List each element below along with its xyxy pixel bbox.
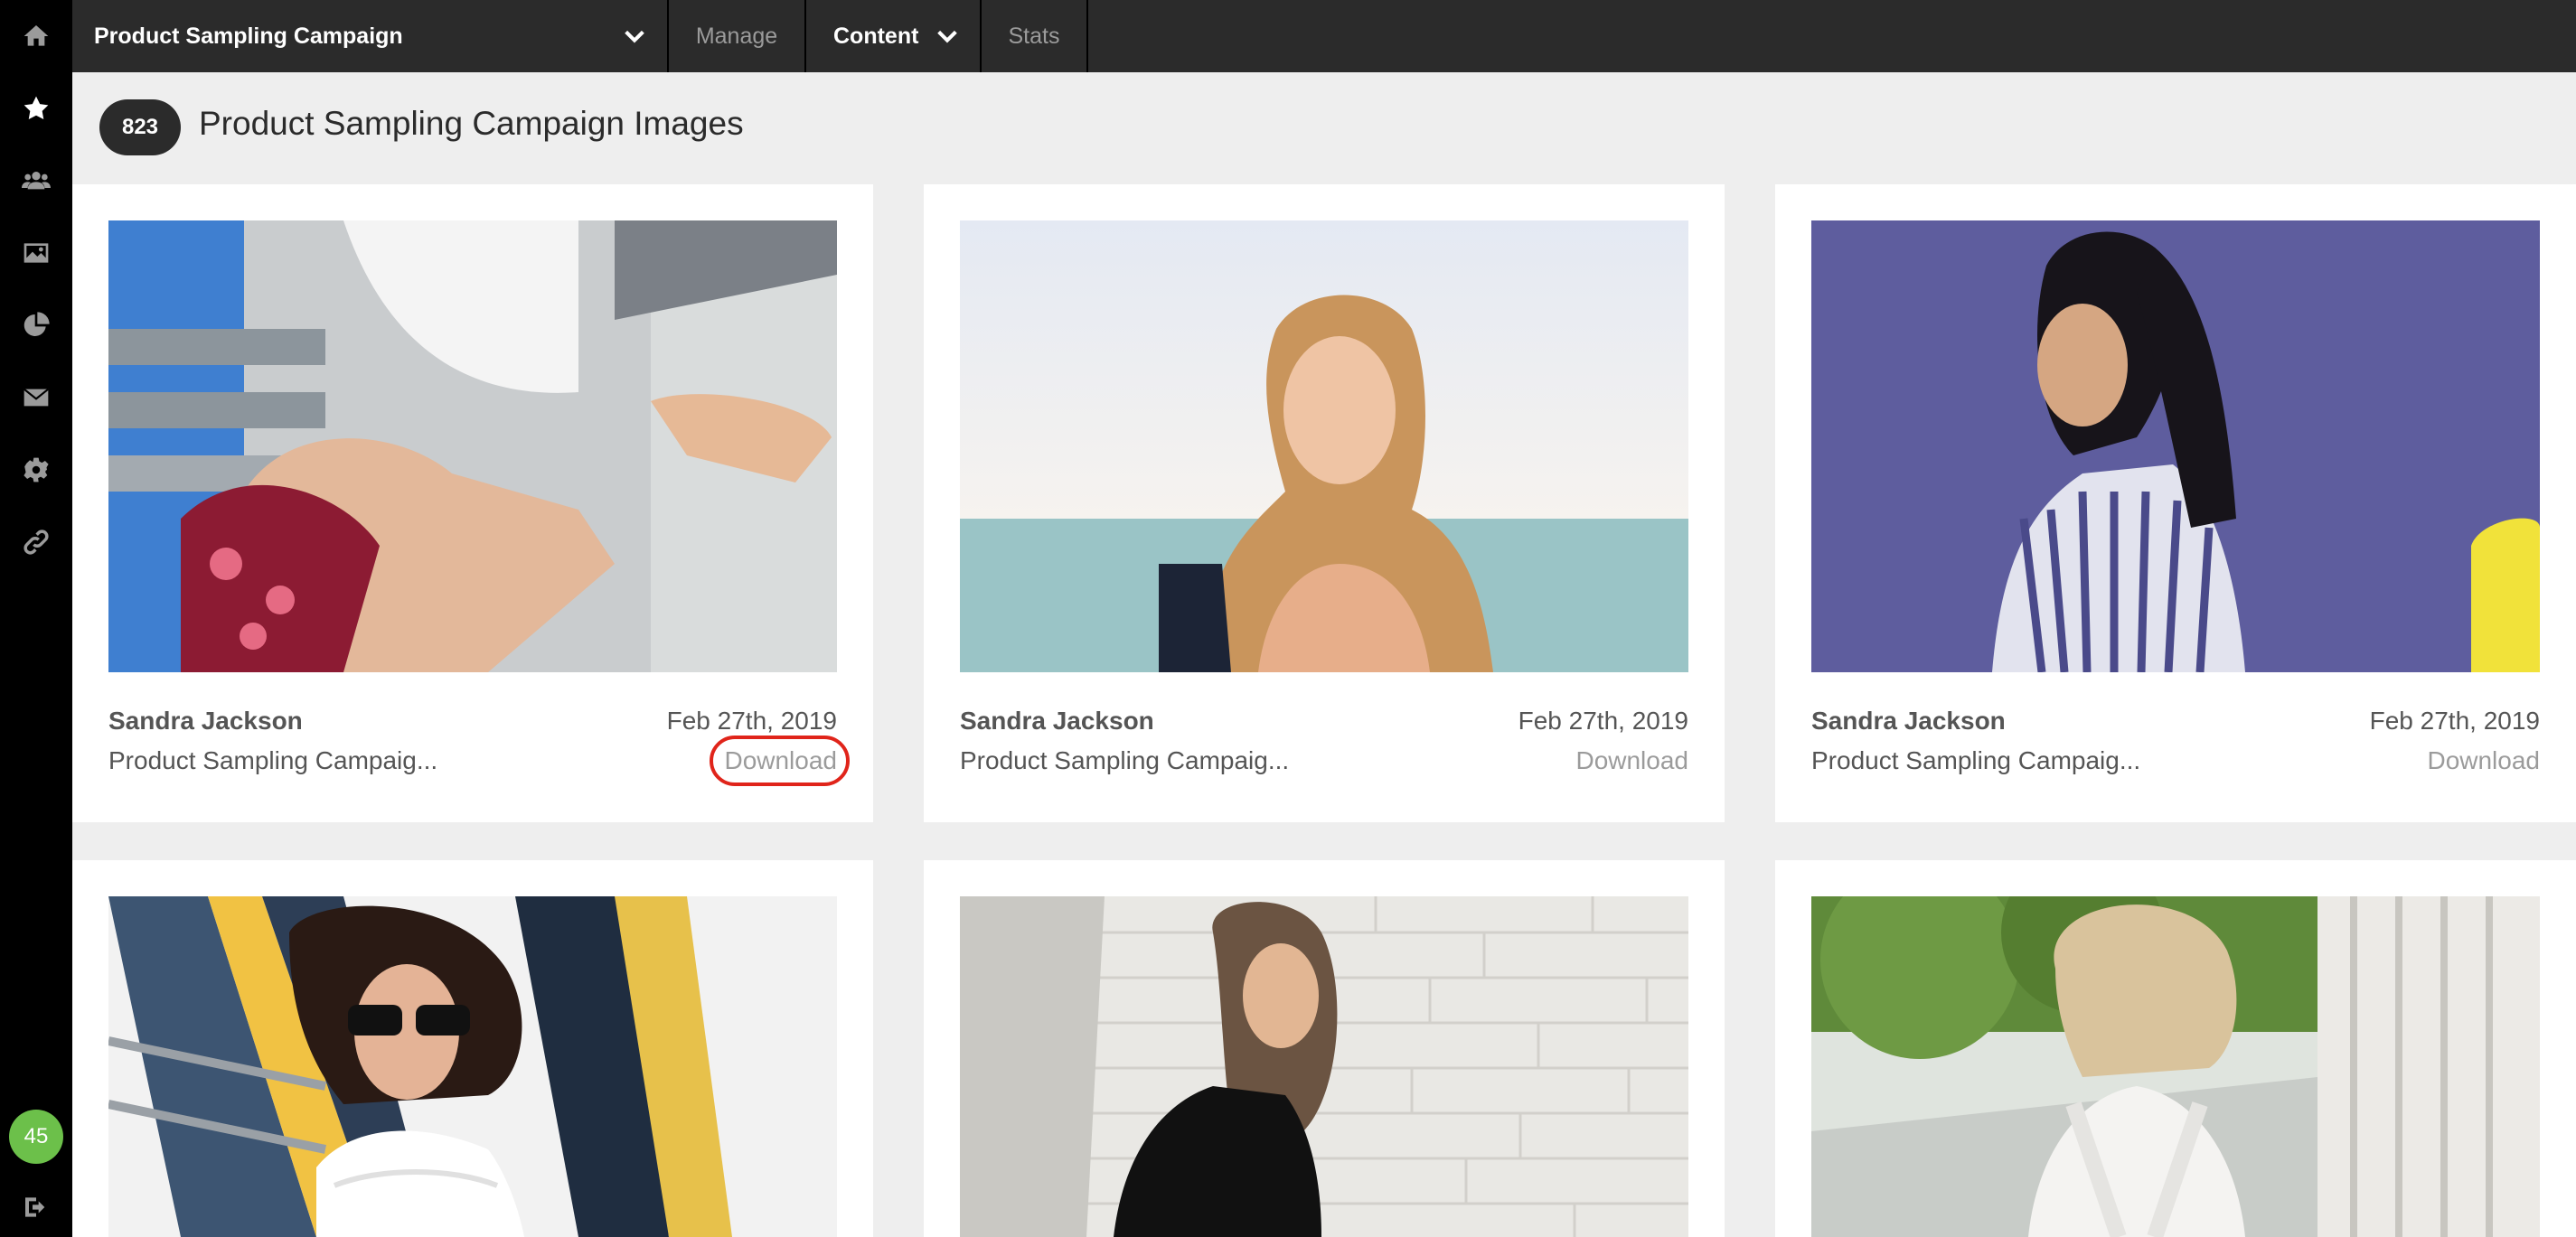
sidebar: 45: [0, 0, 72, 1237]
campaign-photo[interactable]: [108, 220, 837, 672]
download-link[interactable]: Download: [2427, 746, 2540, 775]
image-card: Sandra Jackson Feb 27th, 2019 Product Sa…: [924, 184, 1725, 822]
upload-date: Feb 27th, 2019: [1518, 707, 1688, 735]
image-count-badge: 823: [99, 99, 181, 155]
top-navigation: Product Sampling Campaign Manage Content…: [72, 0, 2576, 72]
download-link[interactable]: Download: [1575, 746, 1688, 775]
image-icon[interactable]: [18, 235, 54, 271]
author-name: Sandra Jackson: [108, 707, 303, 735]
link-icon[interactable]: [18, 524, 54, 560]
image-card: [1775, 860, 2576, 1237]
campaign-name: Product Sampling Campaig...: [1811, 746, 2141, 774]
pie-chart-icon[interactable]: [18, 307, 54, 343]
logout-icon[interactable]: [18, 1189, 54, 1225]
image-card: Sandra Jackson Feb 27th, 2019 Product Sa…: [1775, 184, 2576, 822]
page-title: Product Sampling Campaign Images: [199, 105, 744, 142]
campaign-photo[interactable]: [960, 896, 1688, 1237]
author-name: Sandra Jackson: [960, 707, 1154, 735]
chevron-down-icon: [625, 30, 644, 43]
author-name: Sandra Jackson: [1811, 707, 2006, 735]
upload-date: Feb 27th, 2019: [666, 707, 837, 735]
envelope-icon[interactable]: [18, 380, 54, 416]
tab-stats[interactable]: Stats: [982, 0, 1088, 72]
tab-content[interactable]: Content: [806, 0, 982, 72]
upload-date: Feb 27th, 2019: [2369, 707, 2540, 735]
tab-content-label: Content: [833, 23, 919, 49]
campaign-photo[interactable]: [1811, 896, 2540, 1237]
campaign-name: Product Sampling Campaig...: [960, 746, 1290, 774]
campaign-photo[interactable]: [960, 220, 1688, 672]
image-card: [924, 860, 1725, 1237]
campaign-photo[interactable]: [108, 896, 837, 1237]
notification-badge[interactable]: 45: [9, 1110, 63, 1164]
download-link[interactable]: Download: [710, 736, 850, 786]
gear-icon[interactable]: [18, 452, 54, 488]
campaign-selector-label: Product Sampling Campaign: [94, 23, 403, 49]
tab-manage[interactable]: Manage: [669, 0, 806, 72]
campaign-photo[interactable]: [1811, 220, 2540, 672]
campaign-selector[interactable]: Product Sampling Campaign: [72, 0, 669, 72]
home-icon[interactable]: [18, 18, 54, 54]
campaign-name: Product Sampling Campaig...: [108, 746, 438, 774]
users-icon[interactable]: [18, 163, 54, 199]
chevron-down-icon: [937, 30, 957, 43]
image-card: [72, 860, 873, 1237]
star-icon[interactable]: [18, 90, 54, 127]
image-card: Sandra Jackson Feb 27th, 2019 Product Sa…: [72, 184, 873, 822]
